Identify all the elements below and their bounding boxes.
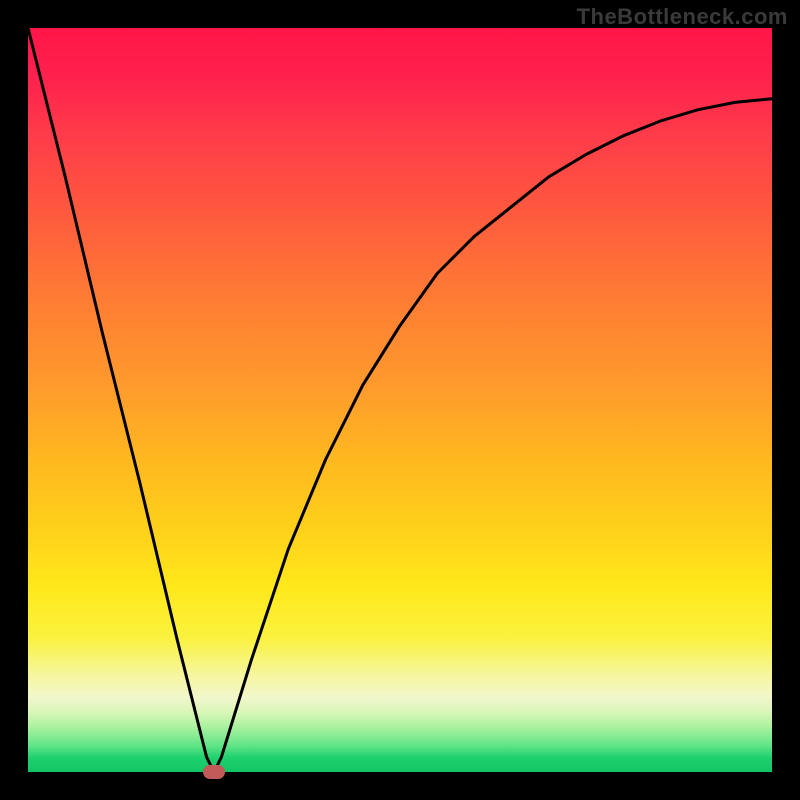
minima-marker xyxy=(203,765,225,779)
watermark-label: TheBottleneck.com xyxy=(577,4,788,30)
plot-area xyxy=(28,28,772,772)
bottleneck-curve xyxy=(28,28,772,772)
chart-stage: TheBottleneck.com xyxy=(0,0,800,800)
curve-svg xyxy=(28,28,772,772)
